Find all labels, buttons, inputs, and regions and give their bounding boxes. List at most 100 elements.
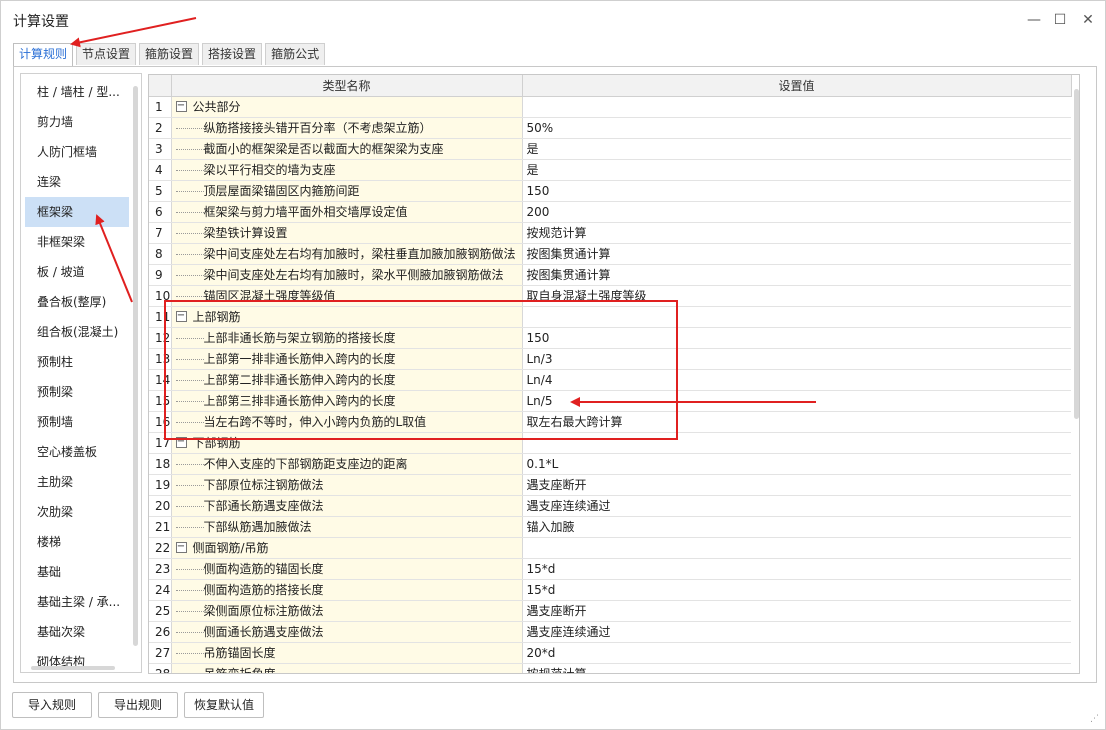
row-setting-value[interactable]: Ln/5 (522, 390, 1071, 412)
tree-indent-line (175, 296, 204, 297)
row-setting-value[interactable]: 锚入加腋 (522, 516, 1071, 538)
table-group-row[interactable]: 1− 公共部分 (149, 96, 1071, 118)
sidebar-item[interactable]: 预制柱 (25, 347, 129, 377)
table-row[interactable]: 23 侧面构造筋的锚固长度 15*d (149, 558, 1071, 580)
sidebar-item[interactable]: 连梁 (25, 167, 129, 197)
sidebar-horizontal-scrollbar[interactable] (31, 666, 115, 670)
row-setting-value[interactable]: 取左右最大跨计算 (522, 411, 1071, 433)
row-setting-value[interactable]: 15*d (522, 579, 1071, 601)
row-type-name: 侧面钢筋/吊筋 (192, 541, 269, 555)
table-row[interactable]: 3 截面小的框架梁是否以截面大的框架梁为支座 是 (149, 138, 1071, 160)
sidebar-item[interactable]: 次肋梁 (25, 497, 129, 527)
row-setting-value[interactable] (522, 432, 1071, 454)
collapse-toggle-icon[interactable]: − (175, 311, 187, 322)
row-setting-value[interactable]: 按规范计算 (522, 222, 1071, 244)
table-row[interactable]: 12 上部非通长筋与架立钢筋的搭接长度 150 (149, 327, 1071, 349)
sidebar-item[interactable]: 板 / 坡道 (25, 257, 129, 287)
close-icon[interactable]: ✕ (1077, 9, 1099, 31)
table-row[interactable]: 18 不伸入支座的下部钢筋距支座边的距离 0.1*L (149, 453, 1071, 475)
row-setting-value[interactable]: 按图集贯通计算 (522, 264, 1071, 286)
row-setting-value[interactable]: 取自身混凝土强度等级 (522, 285, 1071, 307)
table-row[interactable]: 13 上部第一排非通长筋伸入跨内的长度 Ln/3 (149, 348, 1071, 370)
row-setting-value[interactable]: 按图集贯通计算 (522, 243, 1071, 265)
collapse-toggle-icon[interactable]: − (175, 101, 187, 112)
maximize-icon[interactable]: ☐ (1049, 9, 1071, 31)
table-group-row[interactable]: 17− 下部钢筋 (149, 432, 1071, 454)
table-row[interactable]: 6 框架梁与剪力墙平面外相交墙厚设定值 200 (149, 201, 1071, 223)
table-row[interactable]: 19 下部原位标注钢筋做法 遇支座断开 (149, 474, 1071, 496)
collapse-toggle-icon[interactable]: − (175, 542, 187, 553)
sidebar-item[interactable]: 叠合板(整厚) (25, 287, 129, 317)
sidebar-item[interactable]: 空心楼盖板 (25, 437, 129, 467)
grid-vertical-scrollbar[interactable] (1074, 89, 1079, 419)
table-row[interactable]: 16 当左右跨不等时，伸入小跨内负筋的L取值 取左右最大跨计算 (149, 411, 1071, 433)
table-row[interactable]: 14 上部第二排非通长筋伸入跨内的长度 Ln/4 (149, 369, 1071, 391)
sidebar-item[interactable]: 组合板(混凝土) (25, 317, 129, 347)
table-row[interactable]: 9 梁中间支座处左右均有加腋时，梁水平侧腋加腋钢筋做法 按图集贯通计算 (149, 264, 1071, 286)
table-row[interactable]: 25 梁侧面原位标注筋做法 遇支座断开 (149, 600, 1071, 622)
sidebar-item[interactable]: 基础 (25, 557, 129, 587)
row-setting-value[interactable]: 150 (522, 327, 1071, 349)
table-row[interactable]: 8 梁中间支座处左右均有加腋时，梁柱垂直加腋加腋钢筋做法 按图集贯通计算 (149, 243, 1071, 265)
sidebar-vertical-scrollbar[interactable] (133, 86, 138, 646)
sidebar-item[interactable]: 预制梁 (25, 377, 129, 407)
tab-lap-settings[interactable]: 搭接设置 (202, 43, 263, 65)
row-setting-value[interactable] (522, 537, 1071, 559)
row-setting-value[interactable] (522, 96, 1071, 118)
row-setting-value[interactable] (522, 306, 1071, 328)
tab-node-settings[interactable]: 节点设置 (76, 43, 137, 65)
row-setting-value[interactable]: 150 (522, 180, 1071, 202)
tab-calc-rules[interactable]: 计算规则 (13, 43, 74, 67)
sidebar-item[interactable]: 楼梯 (25, 527, 129, 557)
header-setting-value[interactable]: 设置值 (522, 75, 1072, 97)
restore-defaults-button[interactable]: 恢复默认值 (184, 692, 264, 718)
table-row[interactable]: 28 吊筋弯折角度 按规范计算 (149, 663, 1071, 673)
table-row[interactable]: 15 上部第三排非通长筋伸入跨内的长度 Ln/5 (149, 390, 1071, 412)
row-setting-value[interactable]: 遇支座断开 (522, 474, 1071, 496)
sidebar-item[interactable]: 人防门框墙 (25, 137, 129, 167)
row-setting-value[interactable]: 是 (522, 159, 1071, 181)
row-setting-value[interactable]: 按规范计算 (522, 663, 1071, 673)
sidebar-item[interactable]: 框架梁 (25, 197, 129, 227)
collapse-toggle-icon[interactable]: − (175, 437, 187, 448)
sidebar-item[interactable]: 主肋梁 (25, 467, 129, 497)
table-group-row[interactable]: 11− 上部钢筋 (149, 306, 1071, 328)
table-row[interactable]: 26 侧面通长筋遇支座做法 遇支座连续通过 (149, 621, 1071, 643)
row-setting-value[interactable]: 50% (522, 117, 1071, 139)
table-row[interactable]: 24 侧面构造筋的搭接长度 15*d (149, 579, 1071, 601)
table-row[interactable]: 4 梁以平行相交的墙为支座 是 (149, 159, 1071, 181)
row-number: 15 (149, 390, 172, 412)
table-row[interactable]: 5 顶层屋面梁锚固区内箍筋间距 150 (149, 180, 1071, 202)
row-setting-value[interactable]: 0.1*L (522, 453, 1071, 475)
row-setting-value[interactable]: 15*d (522, 558, 1071, 580)
sidebar-item[interactable]: 基础主梁 / 承... (25, 587, 129, 617)
tab-stirrup-formula[interactable]: 箍筋公式 (265, 43, 326, 65)
sidebar-item[interactable]: 预制墙 (25, 407, 129, 437)
row-setting-value[interactable]: 20*d (522, 642, 1071, 664)
resize-grip-icon[interactable]: ⋰ (1090, 714, 1100, 724)
table-row[interactable]: 7 梁垫铁计算设置 按规范计算 (149, 222, 1071, 244)
import-rules-button[interactable]: 导入规则 (12, 692, 92, 718)
table-row[interactable]: 20 下部通长筋遇支座做法 遇支座连续通过 (149, 495, 1071, 517)
table-row[interactable]: 10 锚固区混凝土强度等级值 取自身混凝土强度等级 (149, 285, 1071, 307)
sidebar-item[interactable]: 基础次梁 (25, 617, 129, 647)
table-row[interactable]: 2 纵筋搭接接头错开百分率（不考虑架立筋） 50% (149, 117, 1071, 139)
minimize-icon[interactable]: — (1023, 9, 1045, 31)
row-setting-value[interactable]: 遇支座连续通过 (522, 495, 1071, 517)
export-rules-button[interactable]: 导出规则 (98, 692, 178, 718)
row-setting-value[interactable]: 200 (522, 201, 1071, 223)
row-setting-value[interactable]: 遇支座断开 (522, 600, 1071, 622)
header-row-number (149, 75, 172, 97)
sidebar-item[interactable]: 非框架梁 (25, 227, 129, 257)
row-setting-value[interactable]: 是 (522, 138, 1071, 160)
header-type-name[interactable]: 类型名称 (171, 75, 523, 97)
table-row[interactable]: 21 下部纵筋遇加腋做法 锚入加腋 (149, 516, 1071, 538)
table-group-row[interactable]: 22− 侧面钢筋/吊筋 (149, 537, 1071, 559)
row-setting-value[interactable]: Ln/4 (522, 369, 1071, 391)
row-setting-value[interactable]: 遇支座连续通过 (522, 621, 1071, 643)
row-setting-value[interactable]: Ln/3 (522, 348, 1071, 370)
tab-stirrup-settings[interactable]: 箍筋设置 (139, 43, 200, 65)
sidebar-item[interactable]: 柱 / 墙柱 / 型... (25, 77, 129, 107)
sidebar-item[interactable]: 剪力墙 (25, 107, 129, 137)
table-row[interactable]: 27 吊筋锚固长度 20*d (149, 642, 1071, 664)
